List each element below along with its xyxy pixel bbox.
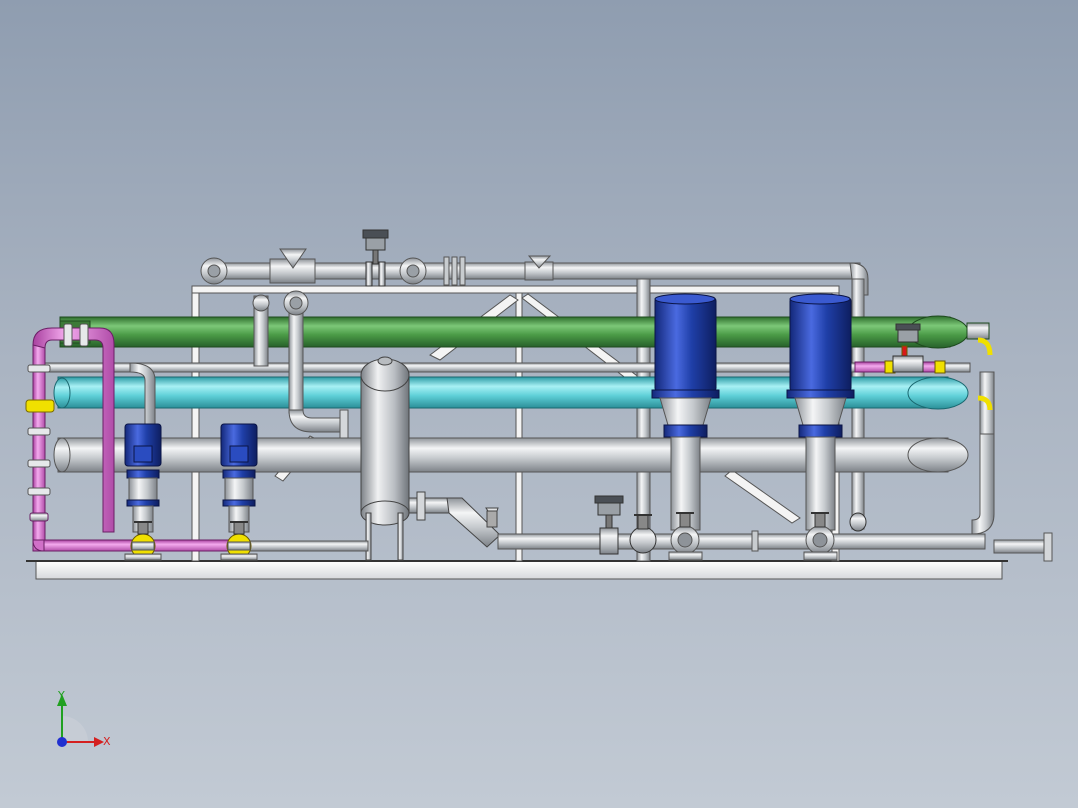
filter-tank bbox=[360, 356, 410, 561]
axis-triad: Y X bbox=[57, 689, 111, 748]
cad-viewport[interactable]: Y X bbox=[0, 0, 1078, 808]
y-axis-label: Y bbox=[57, 689, 65, 702]
x-axis-label: X bbox=[103, 735, 111, 748]
right-control-valve[interactable] bbox=[892, 323, 924, 373]
z-axis-dot bbox=[57, 737, 67, 747]
model-scene[interactable]: Y X bbox=[0, 0, 1078, 808]
tank-outlet-elbow bbox=[408, 491, 501, 548]
base-skid bbox=[26, 560, 1008, 580]
